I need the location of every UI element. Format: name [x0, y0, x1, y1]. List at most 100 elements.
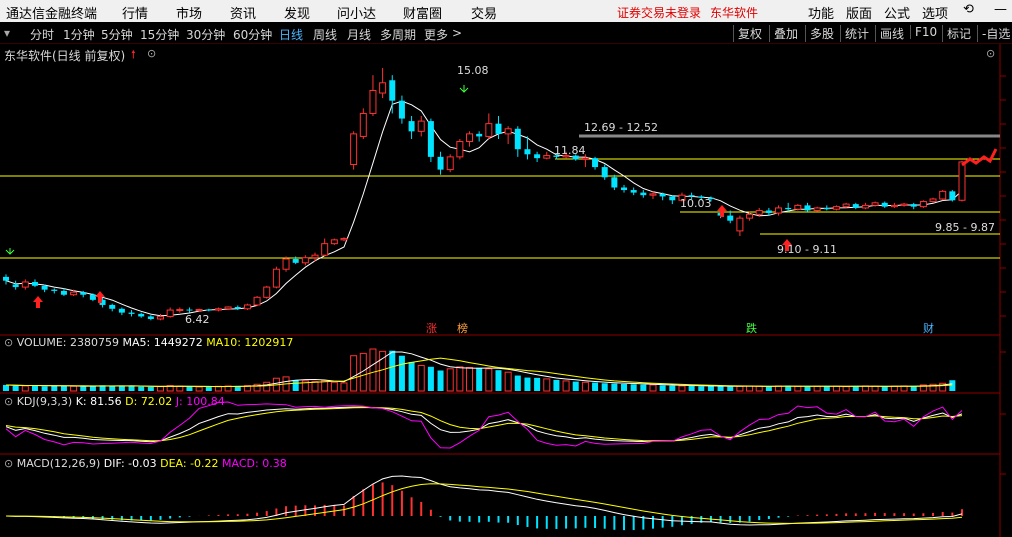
period-15min[interactable]: 15分钟 [140, 26, 179, 43]
candle-body [427, 121, 434, 157]
toolbar-mark[interactable]: 标记 [942, 25, 971, 42]
volume-bar [659, 385, 666, 391]
event-marker-list[interactable]: 榜 [457, 320, 468, 336]
volume-bar [669, 385, 676, 391]
lock-icon[interactable]: ⟲ [963, 2, 974, 17]
volume-bar [543, 378, 551, 392]
volume-bar [698, 386, 705, 391]
menu-discover[interactable]: 发现 [284, 3, 310, 22]
kdj-d: D: 72.02 [125, 395, 173, 408]
up-arrow-icon[interactable]: 🠕 [131, 46, 136, 65]
period-30min[interactable]: 30分钟 [186, 26, 225, 43]
price-level1-label: 11.84 [554, 144, 586, 157]
volume-bar [601, 383, 608, 391]
volume-bar [890, 385, 898, 392]
candle-body [640, 192, 647, 196]
candle-body [524, 149, 531, 155]
chevron-down-icon[interactable]: ⊙ [147, 47, 156, 60]
candle-body [746, 213, 754, 219]
candle-body [504, 128, 512, 135]
price-low-label: 6.42 [185, 313, 210, 326]
event-marker-up[interactable]: 涨 [426, 320, 437, 336]
candle-body [340, 238, 348, 241]
toolbar-f10[interactable]: F10 [910, 25, 937, 39]
login-warning[interactable]: 证券交易未登录 [617, 4, 701, 21]
volume-bar [649, 384, 657, 392]
menu-bar: 通达信金融终端 行情 市场 资讯 发现 问小达 财富圈 交易 证券交易未登录 东… [0, 0, 1012, 22]
candle-body [70, 291, 78, 296]
menu-layout[interactable]: 版面 [846, 3, 872, 22]
period-1min[interactable]: 1分钟 [63, 26, 95, 43]
volume-bar [881, 386, 888, 391]
volume-bar [12, 385, 19, 391]
menu-quotes[interactable]: 行情 [122, 3, 148, 22]
minimize-icon[interactable]: — [994, 2, 1007, 17]
chevron-down-icon[interactable]: ⊙ [4, 336, 13, 349]
event-marker-down[interactable]: 跌 [746, 320, 757, 336]
candle-body [51, 289, 58, 291]
event-marker-finance[interactable]: 财 [923, 320, 934, 336]
candle-body [785, 207, 792, 210]
toolbar-overlay[interactable]: 叠加 [769, 25, 798, 42]
menu-wealth[interactable]: 财富圈 [403, 3, 442, 22]
candle-body [861, 204, 869, 209]
toolbar-adjust[interactable]: 复权 [733, 25, 762, 42]
chevron-down-icon[interactable]: ⊙ [4, 395, 13, 408]
chevron-down-icon[interactable]: ⊙ [4, 457, 13, 470]
volume-bar [176, 385, 184, 392]
period-monthly[interactable]: 月线 [347, 26, 371, 43]
volume-bar [572, 381, 579, 391]
period-more[interactable]: 更多 [424, 26, 448, 43]
candle-body [581, 157, 589, 160]
menu-functions[interactable]: 功能 [808, 3, 834, 22]
candle-body [592, 158, 599, 168]
volume-bar [263, 381, 271, 392]
menu-trade[interactable]: 交易 [471, 3, 497, 22]
menu-down-icon[interactable]: ▾ [4, 26, 10, 40]
chevron-right-icon[interactable]: > [452, 26, 462, 40]
toolbar-watchlist[interactable]: -自选 [977, 25, 1010, 42]
period-weekly[interactable]: 周线 [313, 26, 337, 43]
toolbar-draw[interactable]: 画线 [875, 25, 904, 42]
period-60min[interactable]: 60分钟 [233, 26, 272, 43]
candle-body [359, 112, 367, 137]
candle-body [949, 191, 956, 201]
menu-options[interactable]: 选项 [922, 3, 948, 22]
candle-body [89, 294, 96, 300]
period-daily[interactable]: 日线 [279, 26, 303, 43]
candle-body [389, 80, 396, 101]
candle-body [852, 204, 859, 208]
menu-market[interactable]: 市场 [176, 3, 202, 22]
kdj-title: KDJ(9,3,3) [16, 395, 73, 408]
trend-arrow-icon [961, 148, 998, 167]
menu-news[interactable]: 资讯 [230, 3, 256, 22]
candle-body [186, 309, 193, 311]
volume-bar [398, 355, 405, 391]
macd-dif-line [5, 475, 963, 526]
candle-body [282, 258, 290, 270]
menu-ask[interactable]: 问小达 [337, 3, 376, 22]
candle-body [128, 312, 135, 314]
toolbar-multistock[interactable]: 多股 [805, 25, 834, 42]
volume-bar [41, 386, 48, 391]
candle-body [514, 128, 521, 150]
stock-link[interactable]: 东华软件 [710, 4, 758, 21]
macd-dif: DIF: -0.03 [103, 457, 157, 470]
volume-value: VOLUME: 2380759 [16, 336, 119, 349]
macd-legend: ⊙ MACD(12,26,9) DIF: -0.03 DEA: -0.22 MA… [4, 457, 287, 470]
volume-bar [31, 385, 38, 391]
volume-bar [205, 386, 212, 391]
candle-body [755, 209, 763, 215]
toolbar-stats[interactable]: 统计 [840, 25, 869, 42]
volume-bar [524, 377, 531, 391]
menu-formula[interactable]: 公式 [884, 3, 910, 22]
candle-body [900, 203, 908, 206]
candle-body [3, 276, 9, 281]
candle-body [765, 210, 772, 214]
period-timeshare[interactable]: 分时 [30, 26, 54, 43]
period-5min[interactable]: 5分钟 [101, 26, 133, 43]
volume-bar [138, 386, 145, 391]
price-range1-label: 12.69 - 12.52 [584, 121, 658, 134]
close-icon[interactable]: ⊙ [986, 47, 995, 60]
period-multi[interactable]: 多周期 [380, 26, 416, 43]
